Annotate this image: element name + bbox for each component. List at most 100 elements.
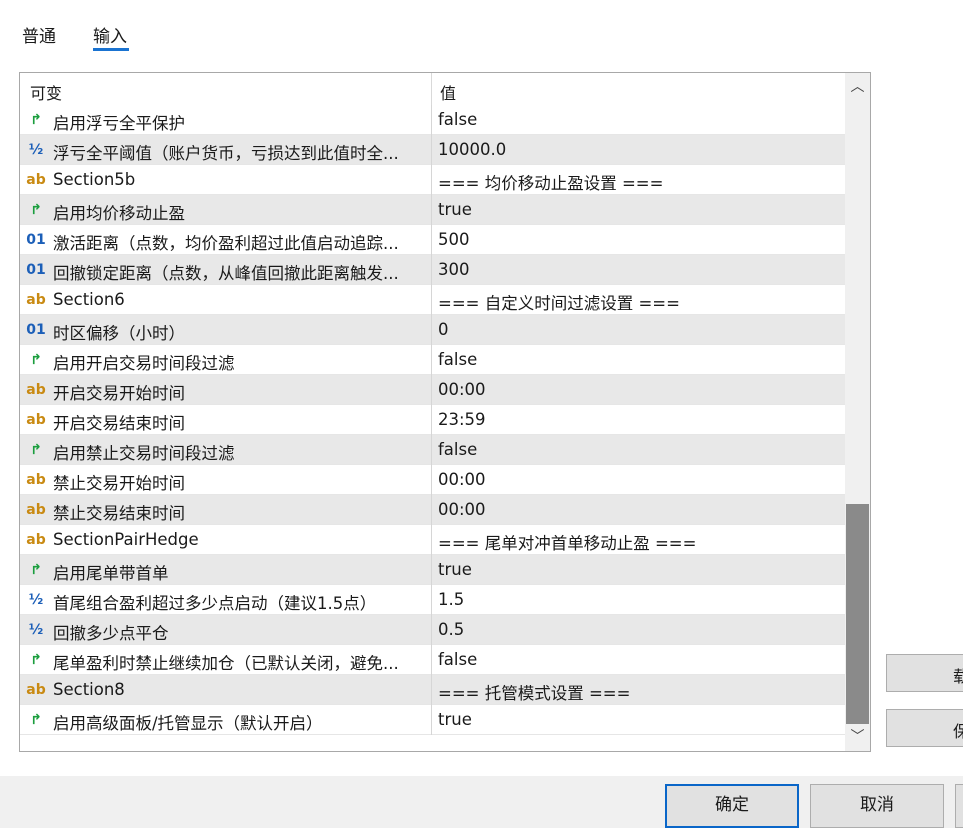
column-header-value[interactable]: 值	[440, 80, 456, 104]
parameter-name: 禁止交易结束时间	[53, 504, 185, 523]
parameter-value[interactable]: true	[438, 710, 472, 729]
tab-inputs[interactable]: 输入	[93, 22, 127, 47]
bool-icon: ↱	[30, 712, 42, 728]
extra-button[interactable]	[955, 784, 963, 828]
cell-separator	[431, 435, 432, 465]
bool-icon: ↱	[30, 562, 42, 578]
table-row[interactable]: ab SectionPairHedge === 尾单对冲首单移动止盈 ===	[20, 525, 845, 555]
cell-separator	[431, 645, 432, 675]
table-row[interactable]: ↱ 尾单盈利时禁止继续加仓（已默认关闭，避免... false	[20, 645, 845, 675]
double-icon: ½	[28, 592, 44, 608]
table-row[interactable]: 01 回撤锁定距离（点数，从峰值回撤此距离触发... 300	[20, 255, 845, 285]
cancel-button[interactable]: 取消	[810, 784, 944, 828]
cell-separator	[431, 195, 432, 225]
parameter-value[interactable]: 0.5	[438, 620, 464, 639]
column-header-variable[interactable]: 可变	[30, 80, 62, 104]
grid-header: 可变 值	[20, 73, 845, 105]
parameter-value[interactable]: 1.5	[438, 590, 464, 609]
table-row[interactable]: ab 开启交易结束时间 23:59	[20, 405, 845, 435]
parameter-name: 开启交易开始时间	[53, 384, 185, 403]
load-button-label: 载	[953, 667, 963, 686]
table-row[interactable]: ab 开启交易开始时间 00:00	[20, 375, 845, 405]
table-row[interactable]: ab Section8 === 托管模式设置 ===	[20, 675, 845, 705]
table-row[interactable]: ↱ 启用禁止交易时间段过滤 false	[20, 435, 845, 465]
cell-separator	[431, 105, 432, 135]
string-icon: ab	[26, 172, 46, 188]
parameter-value[interactable]: 00:00	[438, 380, 486, 399]
scroll-down-icon[interactable]: ﹀	[845, 725, 870, 749]
table-row[interactable]: ↱ 启用开启交易时间段过滤 false	[20, 345, 845, 375]
parameter-value[interactable]: true	[438, 560, 472, 579]
vertical-scrollbar[interactable]: ︿ ﹀	[845, 73, 870, 751]
table-row[interactable]: ½ 回撤多少点平仓 0.5	[20, 615, 845, 645]
parameter-name: 启用均价移动止盈	[53, 204, 185, 223]
table-row[interactable]: ↱ 启用浮亏全平保护 false	[20, 105, 845, 135]
parameter-value[interactable]: === 均价移动止盈设置 ===	[438, 170, 663, 194]
parameter-value[interactable]: false	[438, 350, 477, 369]
parameter-value[interactable]: 300	[438, 260, 470, 279]
parameter-name: Section6	[53, 290, 125, 309]
bool-icon: ↱	[30, 652, 42, 668]
table-row[interactable]: ab Section6 === 自定义时间过滤设置 ===	[20, 285, 845, 315]
save-button[interactable]: 保	[886, 709, 963, 747]
table-row[interactable]: ab 禁止交易结束时间 00:00	[20, 495, 845, 525]
parameter-value[interactable]: 23:59	[438, 410, 486, 429]
parameter-name: 启用禁止交易时间段过滤	[53, 444, 235, 463]
cell-separator	[431, 345, 432, 375]
parameter-value[interactable]: 00:00	[438, 470, 486, 489]
parameter-value[interactable]: === 自定义时间过滤设置 ===	[438, 290, 680, 314]
parameter-value[interactable]: true	[438, 200, 472, 219]
tab-general[interactable]: 普通	[22, 22, 56, 47]
cell-separator	[431, 315, 432, 345]
ok-button[interactable]: 确定	[665, 784, 799, 828]
cell-separator	[431, 615, 432, 645]
grid-rows: ↱ 启用浮亏全平保护 false ½ 浮亏全平阈值（账户货币，亏损达到此值时全... 10…	[20, 105, 845, 735]
parameter-name: SectionPairHedge	[53, 530, 199, 549]
parameter-name: 启用浮亏全平保护	[53, 114, 185, 133]
parameter-name: 浮亏全平阈值（账户货币，亏损达到此值时全...	[53, 144, 399, 163]
int-icon: 01	[26, 262, 46, 278]
int-icon: 01	[26, 232, 46, 248]
dialog-panel: 普通 输入 可变 值 ↱ 启用浮亏全平保护 false ½ 浮亏全平阈值（账户货币，亏损…	[0, 4, 963, 776]
parameter-value[interactable]: 0	[438, 320, 449, 339]
scroll-thumb[interactable]	[846, 504, 869, 724]
table-row[interactable]: ↱ 启用均价移动止盈 true	[20, 195, 845, 225]
table-row[interactable]: 01 激活距离（点数，均价盈利超过此值启动追踪... 500	[20, 225, 845, 255]
double-icon: ½	[28, 622, 44, 638]
double-icon: ½	[28, 142, 44, 158]
string-icon: ab	[26, 502, 46, 518]
table-row[interactable]: ½ 首尾组合盈利超过多少点启动（建议1.5点） 1.5	[20, 585, 845, 615]
cell-separator	[431, 585, 432, 615]
parameter-value[interactable]: 500	[438, 230, 470, 249]
parameter-value[interactable]: === 托管模式设置 ===	[438, 680, 630, 704]
parameter-value[interactable]: false	[438, 110, 477, 129]
cell-separator	[431, 165, 432, 195]
parameter-name: 尾单盈利时禁止继续加仓（已默认关闭，避免...	[53, 654, 399, 673]
table-row[interactable]: ½ 浮亏全平阈值（账户货币，亏损达到此值时全... 10000.0	[20, 135, 845, 165]
parameter-name: 启用开启交易时间段过滤	[53, 354, 235, 373]
inputs-grid: 可变 值 ↱ 启用浮亏全平保护 false ½ 浮亏全平阈值（账户货币，亏损达到此值时全…	[19, 72, 871, 752]
load-button[interactable]: 载	[886, 654, 963, 692]
string-icon: ab	[26, 532, 46, 548]
table-row[interactable]: ↱ 启用高级面板/托管显示（默认开启） true	[20, 705, 845, 735]
parameter-value[interactable]: false	[438, 650, 477, 669]
parameter-name: 回撤锁定距离（点数，从峰值回撤此距离触发...	[53, 264, 399, 283]
parameter-value[interactable]: 10000.0	[438, 140, 506, 159]
parameter-name: 时区偏移（小时）	[53, 324, 185, 343]
cell-separator	[431, 135, 432, 165]
active-tab-indicator	[93, 48, 129, 51]
parameter-value[interactable]: 00:00	[438, 500, 486, 519]
parameter-value[interactable]: false	[438, 440, 477, 459]
parameter-name: 开启交易结束时间	[53, 414, 185, 433]
cell-separator	[431, 495, 432, 525]
table-row[interactable]: ab 禁止交易开始时间 00:00	[20, 465, 845, 495]
string-icon: ab	[26, 472, 46, 488]
column-separator[interactable]	[431, 73, 432, 105]
cell-separator	[431, 465, 432, 495]
scroll-up-icon[interactable]: ︿	[845, 75, 870, 99]
cell-separator	[431, 255, 432, 285]
table-row[interactable]: ↱ 启用尾单带首单 true	[20, 555, 845, 585]
parameter-value[interactable]: === 尾单对冲首单移动止盈 ===	[438, 530, 696, 554]
table-row[interactable]: ab Section5b === 均价移动止盈设置 ===	[20, 165, 845, 195]
table-row[interactable]: 01 时区偏移（小时） 0	[20, 315, 845, 345]
